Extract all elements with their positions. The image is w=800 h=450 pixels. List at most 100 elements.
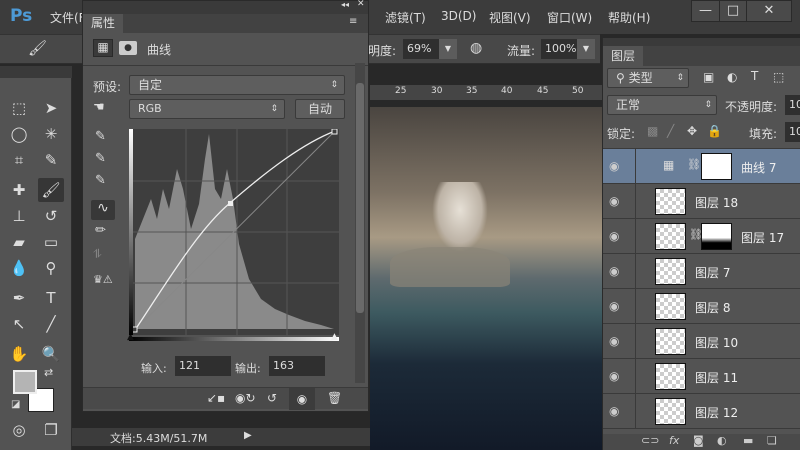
visibility-eye-icon[interactable]: ◉ — [609, 229, 619, 243]
magic-wand-icon[interactable]: ✳ — [38, 122, 64, 146]
visibility-eye-icon[interactable]: ◉ — [609, 159, 619, 173]
white-point-eyedropper-icon[interactable]: ✎ — [95, 173, 106, 188]
visibility-eye-icon[interactable]: ◉ — [609, 334, 619, 348]
crop-tool-icon[interactable]: ⌗ — [6, 148, 32, 172]
layer-row[interactable]: ◉ 图层 18 — [603, 184, 800, 219]
mask-icon[interactable]: ● — [119, 41, 137, 55]
brush-tool-icon[interactable]: 🖌 — [38, 178, 64, 202]
layer-row[interactable]: ◉ 图层 12 — [603, 394, 800, 429]
new-adjustment-icon[interactable]: ◐ — [717, 434, 727, 447]
lock-all-icon[interactable]: 🔒 — [707, 124, 722, 138]
eyedropper-tool-icon[interactable]: ✎ — [38, 148, 64, 172]
layer-thumbnail[interactable] — [655, 223, 686, 250]
flow-field[interactable]: 100% — [541, 39, 577, 59]
curves-svg[interactable] — [129, 128, 339, 335]
eraser-tool-icon[interactable]: ▰ — [6, 230, 32, 254]
document-canvas[interactable]: 25 30 35 40 45 50 — [370, 85, 602, 450]
pixel-filter-icon[interactable]: ▣ — [703, 70, 714, 84]
black-point-eyedropper-icon[interactable]: ✎ — [95, 129, 106, 144]
output-field[interactable]: 163 — [269, 356, 325, 376]
marquee-tool-icon[interactable]: ⬚ — [6, 96, 32, 120]
scrollbar[interactable] — [355, 63, 365, 383]
layer-row[interactable]: ◉ ▦ ⛓ 曲线 7 — [603, 149, 800, 184]
collapse-icon[interactable]: ◂◂ — [341, 0, 349, 9]
visibility-eye-icon[interactable]: ◉ — [609, 264, 619, 278]
layer-opacity-field[interactable]: 100 — [785, 95, 800, 115]
quick-mask-icon[interactable]: ◎ — [6, 418, 32, 442]
reset-icon[interactable]: ↺ — [267, 391, 277, 405]
clip-to-layer-icon[interactable]: ↙▪ — [207, 391, 225, 405]
visibility-eye-icon[interactable]: ◉ — [609, 194, 619, 208]
channel-select[interactable]: RGB ⇕ — [129, 99, 285, 119]
move-tool-icon[interactable]: ➤ — [38, 96, 64, 120]
auto-button[interactable]: 自动 — [295, 99, 345, 119]
healing-brush-icon[interactable]: ✚ — [6, 178, 32, 202]
panel-menu-icon[interactable]: ≡ — [349, 16, 357, 27]
layer-row[interactable]: ◉ 图层 10 — [603, 324, 800, 359]
type-filter-icon[interactable]: T — [751, 69, 758, 83]
panel-titlebar[interactable]: ◂◂ ✕ — [83, 0, 368, 14]
pencil-draw-icon[interactable]: ✏ — [95, 223, 106, 238]
gradient-tool-icon[interactable]: ▭ — [38, 230, 64, 254]
curve-point-tool-icon[interactable]: ∿ — [91, 200, 115, 220]
foreground-color-swatch[interactable] — [13, 370, 37, 394]
history-brush-icon[interactable]: ↺ — [38, 204, 64, 228]
swap-colors-icon[interactable]: ⇄ — [44, 366, 53, 379]
stamp-tool-icon[interactable]: ⊥ — [6, 204, 32, 228]
maximize-button[interactable]: □ — [719, 0, 747, 22]
hand-tool-icon[interactable]: ✋ — [6, 342, 32, 366]
menu-filter[interactable]: 滤镜(T) — [385, 9, 426, 26]
panel-close-icon[interactable]: ✕ — [357, 0, 365, 9]
layer-thumbnail[interactable] — [655, 293, 686, 320]
view-previous-state-icon[interactable]: ◉↻ — [235, 391, 256, 405]
clipping-warning-icon[interactable]: ♛⚠ — [93, 273, 113, 286]
tab-layers[interactable]: 图层 — [603, 46, 644, 66]
curve-point-selected[interactable] — [228, 201, 233, 206]
adjustment-filter-icon[interactable]: ◐ — [727, 70, 737, 84]
curves-adjustment-icon[interactable]: ▦ — [93, 39, 113, 57]
layer-thumbnail[interactable] — [655, 258, 686, 285]
status-menu-arrow-icon[interactable]: ▶ — [244, 430, 252, 441]
blur-tool-icon[interactable]: 💧 — [6, 256, 32, 280]
smooth-curve-icon[interactable]: ⥮ — [93, 247, 102, 262]
line-tool-icon[interactable]: ╱ — [38, 312, 64, 336]
white-slider[interactable]: ▲ — [331, 332, 338, 342]
layer-thumbnail[interactable] — [655, 398, 686, 425]
lock-position-icon[interactable]: ✥ — [687, 124, 697, 138]
minimize-button[interactable]: — — [691, 0, 720, 22]
toggle-visibility-icon[interactable]: ◉ — [289, 388, 315, 410]
layer-filter-select[interactable]: ⚲ 类型 ⇕ — [607, 68, 689, 88]
curve-point[interactable] — [331, 128, 338, 135]
add-mask-icon[interactable]: ◙ — [693, 434, 704, 447]
visibility-eye-icon[interactable]: ◉ — [609, 404, 619, 418]
opacity-field[interactable]: 69% — [403, 39, 439, 59]
menu-help[interactable]: 帮助(H) — [608, 9, 650, 26]
menu-view[interactable]: 视图(V) — [489, 9, 531, 26]
curves-graph[interactable] — [129, 128, 339, 335]
tab-properties[interactable]: 属性 — [83, 14, 124, 33]
zoom-tool-icon[interactable]: 🔍 — [38, 342, 64, 366]
visibility-eye-icon[interactable]: ◉ — [609, 299, 619, 313]
default-colors-icon[interactable]: ◪ — [11, 399, 20, 410]
flow-dropdown[interactable]: ▼ — [577, 39, 595, 59]
layer-thumbnail[interactable] — [655, 328, 686, 355]
input-field[interactable]: 121 — [175, 356, 231, 376]
shape-filter-icon[interactable]: ⬚ — [773, 70, 784, 84]
fill-field[interactable]: 100 — [785, 122, 800, 142]
fx-icon[interactable]: fx — [669, 434, 679, 447]
lock-pixels-icon[interactable]: ╱ — [667, 124, 674, 138]
layer-mask-thumbnail[interactable] — [701, 153, 732, 180]
preset-select[interactable]: 自定 ⇕ — [129, 75, 345, 95]
menu-window[interactable]: 窗口(W) — [547, 9, 592, 26]
lasso-tool-icon[interactable]: ◯ — [6, 122, 32, 146]
blend-mode-select[interactable]: 正常 ⇕ — [607, 95, 717, 115]
dodge-tool-icon[interactable]: ⚲ — [38, 256, 64, 280]
layer-thumbnail[interactable] — [655, 188, 686, 215]
pen-tool-icon[interactable]: ✒ — [6, 286, 32, 310]
menu-3d[interactable]: 3D(D) — [441, 9, 476, 23]
visibility-eye-icon[interactable]: ◉ — [609, 369, 619, 383]
layer-row[interactable]: ◉ 图层 8 — [603, 289, 800, 324]
layer-row[interactable]: ◉ 图层 7 — [603, 254, 800, 289]
delete-icon[interactable]: 🗑 — [327, 391, 342, 405]
airbrush-icon[interactable]: ◍ — [470, 40, 482, 56]
